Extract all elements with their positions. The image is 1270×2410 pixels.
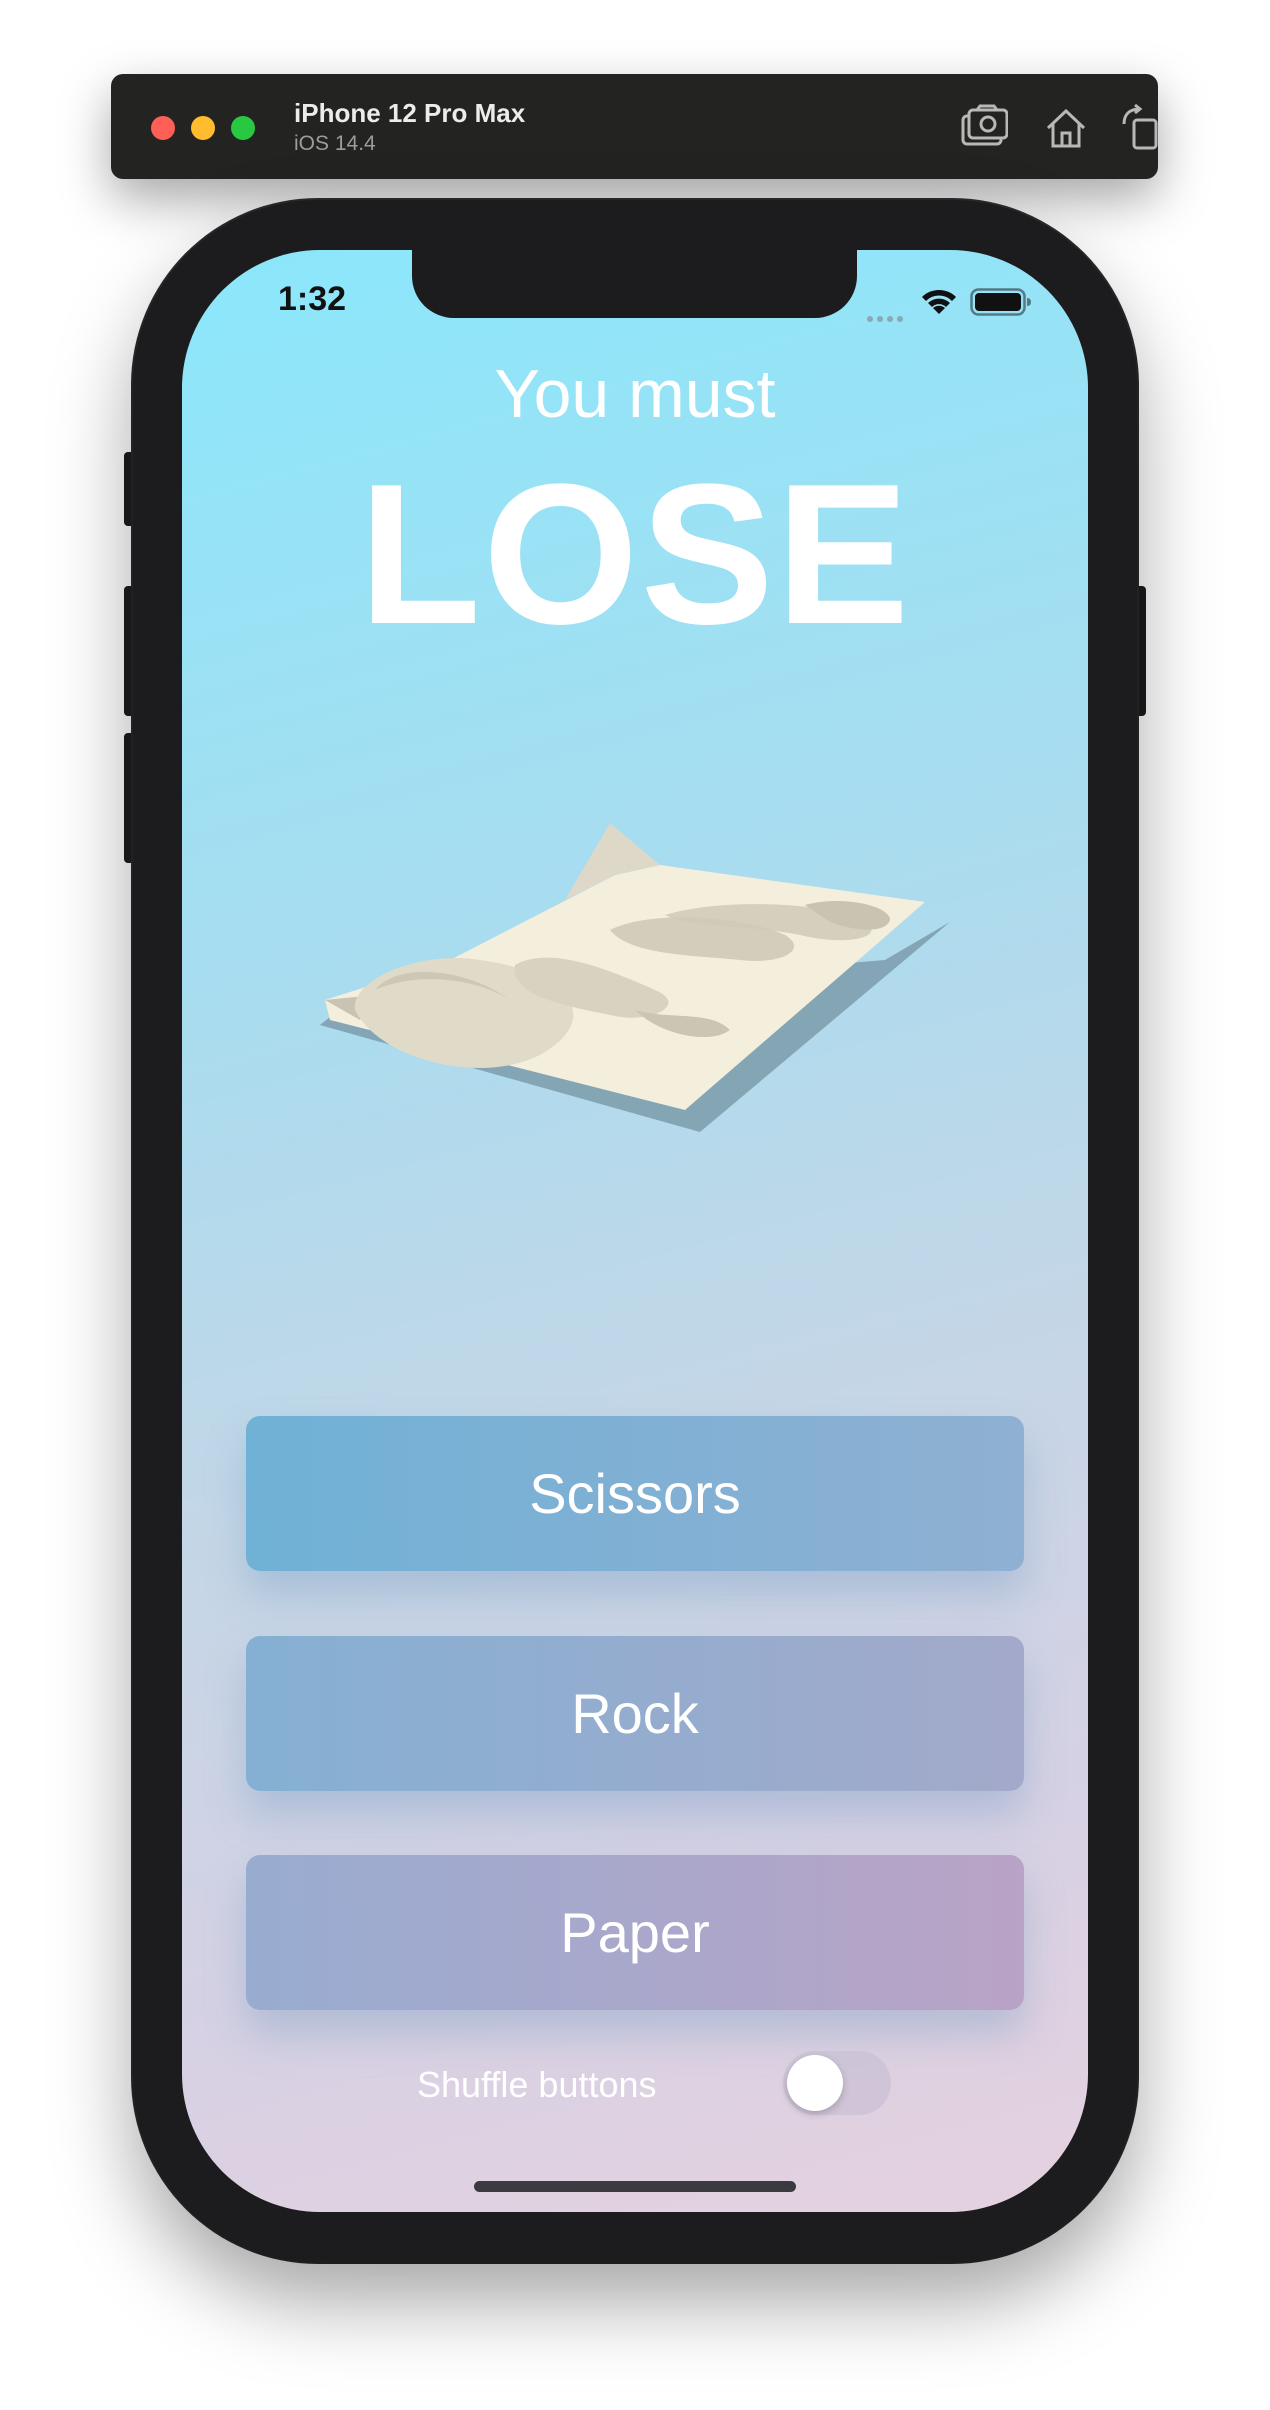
shuffle-buttons-toggle[interactable]: [783, 2051, 891, 2115]
status-time: 1:32: [278, 280, 347, 318]
home-icon[interactable]: [1042, 104, 1090, 152]
paper-button[interactable]: Paper: [246, 1855, 1024, 2010]
shuffle-buttons-label: Shuffle buttons: [417, 2064, 657, 2105]
scissors-button[interactable]: Scissors: [246, 1416, 1024, 1571]
rotate-icon[interactable]: [1118, 103, 1166, 152]
zoom-window-button[interactable]: [231, 116, 255, 140]
wifi-icon: [919, 286, 959, 318]
simulator-device-name: iPhone 12 Pro Max: [294, 98, 526, 128]
minimize-window-button[interactable]: [191, 116, 215, 140]
battery-icon: [970, 286, 1032, 318]
notch: [412, 250, 857, 318]
prompt-text: You must: [494, 356, 776, 432]
simulator-os-version: iOS 14.4: [294, 132, 376, 155]
close-window-button[interactable]: [151, 116, 175, 140]
goal-text: LOSE: [358, 443, 912, 666]
screenshot-icon[interactable]: [960, 104, 1009, 152]
signal-dots-icon: [867, 309, 907, 322]
rock-button[interactable]: Rock: [246, 1636, 1024, 1791]
paper-icon: [310, 810, 960, 1140]
home-indicator[interactable]: [474, 2181, 796, 2192]
toggle-knob: [787, 2055, 843, 2111]
